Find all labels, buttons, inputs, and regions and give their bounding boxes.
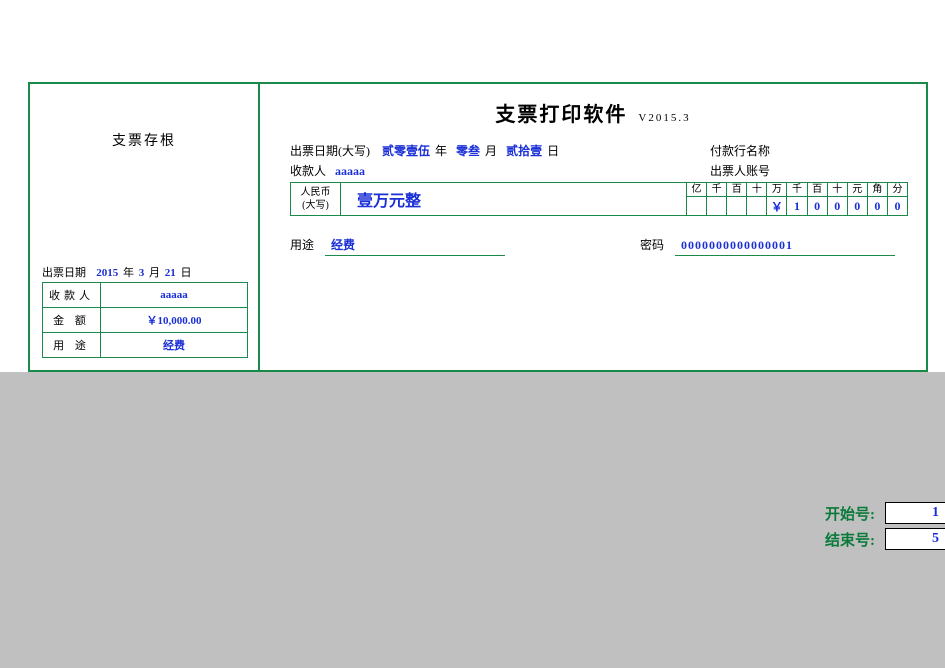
stub-amount-value: ￥10,000.00 [101,308,248,333]
year-unit: 年 [435,144,447,158]
digit-header: 万 [767,183,786,197]
digit-value: 0 [888,197,907,215]
amount-digit-grid: 亿千百十万￥千1百0十0元0角0分0 [687,183,907,215]
digit-header: 分 [888,183,907,197]
digit-value [707,197,726,215]
payee-value: aaaaa [335,164,365,178]
title-version: V2015.3 [638,112,690,124]
digit-value: 0 [808,197,827,215]
digit-value: ￥ [767,197,786,215]
paying-bank-label: 付款行名称 [710,142,770,159]
digit-col: 万￥ [766,183,786,215]
stub-year-unit: 年 [123,267,134,279]
password-row: 密码 0000000000000001 [640,236,895,256]
digit-header: 百 [808,183,827,197]
digit-col: 十0 [827,183,847,215]
digit-header: 元 [848,183,867,197]
digit-value: 0 [868,197,887,215]
stub-table: 收款人 aaaaa 金 额 ￥10,000.00 用 途 经费 [42,282,248,358]
amount-in-words: 壹万元整 [341,183,687,215]
amount-box: 人民币 (大写) 壹万元整 亿千百十万￥千1百0十0元0角0分0 [290,182,908,216]
digit-header: 角 [868,183,887,197]
issue-month-words: 零叁 [456,144,480,158]
digit-header: 亿 [687,183,706,197]
digit-col: 百0 [807,183,827,215]
digit-col: 分0 [887,183,907,215]
check-container: 支票存根 出票日期 2015 年 3 月 21 日 收款人 aaaaa 金 额 … [28,82,928,372]
digit-header: 百 [727,183,746,197]
digit-value: 0 [828,197,847,215]
amount-label-col: 人民币 (大写) [291,183,341,215]
end-number-row: 结束号: 5 [825,528,945,550]
stub-day-unit: 日 [181,267,192,279]
check-stub: 支票存根 出票日期 2015 年 3 月 21 日 收款人 aaaaa 金 额 … [30,84,260,370]
digit-header: 千 [707,183,726,197]
stub-amount-label: 金 额 [43,308,101,333]
rmb-caps-label: (大写) [302,199,329,212]
main-title: 支票打印软件 V2015.3 [278,98,908,127]
stub-row-purpose: 用 途 经费 [43,333,248,358]
end-number-label: 结束号: [825,529,875,550]
stub-purpose-value: 经费 [101,333,248,358]
drawer-account-label: 出票人账号 [710,162,770,179]
digit-value: 0 [848,197,867,215]
start-number-row: 开始号: 1 [825,502,945,524]
digit-col: 千 [706,183,726,215]
digit-header: 十 [828,183,847,197]
digit-col: 亿 [687,183,706,215]
start-number-label: 开始号: [825,503,875,524]
end-number-input[interactable]: 5 [885,528,945,550]
payee-row: 收款人 aaaaa [290,162,365,179]
start-number-input[interactable]: 1 [885,502,945,524]
check-main: 支票打印软件 V2015.3 出票日期(大写) 贰零壹伍 年 零叁 月 贰拾壹 … [260,84,926,370]
purpose-value: 经费 [325,236,505,256]
stub-month: 3 [137,267,147,279]
digit-value [687,197,706,215]
digit-col: 十 [746,183,766,215]
stub-day: 21 [163,267,178,279]
gray-background [0,372,945,668]
stub-purpose-label: 用 途 [43,333,101,358]
stub-payee-value: aaaaa [101,283,248,308]
password-value: 0000000000000001 [675,238,895,256]
digit-value [727,197,746,215]
stub-date-row: 出票日期 2015 年 3 月 21 日 [42,264,192,280]
issue-day-words: 贰拾壹 [506,144,542,158]
digit-header: 十 [747,183,766,197]
digit-header: 千 [787,183,806,197]
payee-label: 收款人 [290,164,326,178]
digit-value: 1 [787,197,806,215]
password-label: 密码 [640,238,664,252]
purpose-row: 用途 经费 [290,236,505,256]
digit-col: 角0 [867,183,887,215]
title-text: 支票打印软件 [495,104,627,126]
day-unit: 日 [547,144,559,158]
stub-row-payee: 收款人 aaaaa [43,283,248,308]
issue-year-words: 贰零壹伍 [382,144,430,158]
stub-payee-label: 收款人 [43,283,101,308]
digit-value [747,197,766,215]
digit-col: 百 [726,183,746,215]
issue-date-label: 出票日期(大写) [290,144,370,158]
rmb-label: 人民币 [301,186,331,199]
stub-title: 支票存根 [30,130,258,150]
stub-year: 2015 [94,267,120,279]
stub-month-unit: 月 [149,267,160,279]
stub-row-amount: 金 额 ￥10,000.00 [43,308,248,333]
digit-col: 千1 [786,183,806,215]
purpose-label: 用途 [290,238,314,252]
stub-date-label: 出票日期 [42,267,86,279]
issue-date-row: 出票日期(大写) 贰零壹伍 年 零叁 月 贰拾壹 日 [290,142,565,159]
digit-col: 元0 [847,183,867,215]
month-unit: 月 [485,144,497,158]
